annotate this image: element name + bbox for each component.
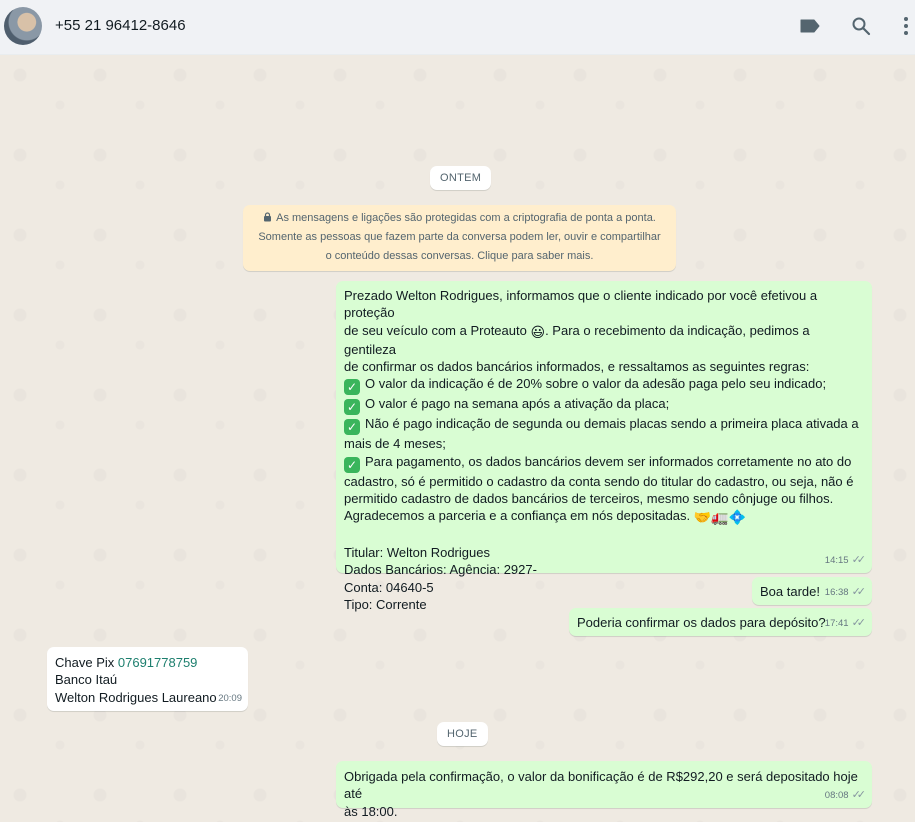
search-icon[interactable] xyxy=(849,14,873,38)
msg4-name: Welton Rodrigues Laureano xyxy=(55,689,217,705)
msg1-rule-1: O valor da indicação é de 20% sobre o va… xyxy=(365,376,827,392)
msg1-p1b: de seu veículo com a Proteauto xyxy=(344,322,527,338)
msg1-p1a: Prezado Welton Rodrigues, informamos que… xyxy=(344,288,818,321)
encryption-notice[interactable]: As mensagens e ligações são protegidas c… xyxy=(243,205,676,271)
diamond-emoji: 💠 xyxy=(728,509,747,526)
msg1-meta: 14:15 ✓✓ xyxy=(824,552,867,569)
date-chip-yesterday: ONTEM xyxy=(430,166,492,190)
msg4-bank: Banco Itaú xyxy=(55,672,118,688)
msg5-line-2: às 18:00. xyxy=(344,803,398,819)
double-check-icon: ✓✓ xyxy=(851,616,867,629)
double-check-icon: ✓✓ xyxy=(851,788,867,801)
tow-truck-emoji: 🚛 xyxy=(711,509,729,526)
msg2-meta: 16:38 ✓✓ xyxy=(824,584,867,601)
msg4-meta: 20:09 xyxy=(218,690,242,707)
check-mark-icon: ✓ xyxy=(344,379,360,396)
double-check-icon: ✓✓ xyxy=(851,553,867,566)
chat-header: +55 21 96412-8646 xyxy=(0,0,915,55)
kebab-menu-icon[interactable] xyxy=(894,14,915,38)
check-mark-icon: ✓ xyxy=(344,419,360,436)
message-outgoing-1[interactable]: Prezado Welton Rodrigues, informamos que… xyxy=(336,281,872,612)
msg4-pix-label: Chave Pix xyxy=(55,655,118,670)
msg3-text: Poderia confirmar os dados para depósito… xyxy=(577,615,826,630)
handshake-emoji: 🤝 xyxy=(693,509,712,526)
check-mark-icon: ✓ xyxy=(344,399,360,416)
pix-key-link[interactable]: 07691778759 xyxy=(118,655,198,670)
check-mark-icon: ✓ xyxy=(344,456,360,473)
label-icon[interactable] xyxy=(798,14,822,38)
msg1-thanks: Agradecemos a parceria e a confiança em … xyxy=(344,508,691,524)
date-chip-today: HOJE xyxy=(437,722,488,746)
msg1-bank: Dados Bancários: Agência: 2927- xyxy=(344,562,537,578)
grinning-face-emoji: 😃 xyxy=(530,323,546,340)
msg2-time: 16:38 xyxy=(824,586,849,598)
msg1-rule-4a: Para pagamento, os dados bancários devem… xyxy=(365,453,852,469)
encryption-line-1: As mensagens e ligações são protegidas c… xyxy=(276,212,656,224)
message-outgoing-3[interactable]: Poderia confirmar os dados para depósito… xyxy=(569,608,872,636)
message-outgoing-2[interactable]: Boa tarde! 16:38 ✓✓ xyxy=(752,577,872,605)
lock-icon xyxy=(264,212,272,222)
message-outgoing-4[interactable]: Obrigada pela confirmação, o valor da bo… xyxy=(336,761,872,819)
msg1-rule-3b: mais de 4 meses; xyxy=(344,436,446,452)
contact-avatar[interactable] xyxy=(4,7,42,45)
encryption-line-3: o conteúdo dessas conversas. Clique para… xyxy=(325,250,594,262)
msg2-text: Boa tarde! xyxy=(760,584,820,599)
msg3-meta: 17:41 ✓✓ xyxy=(824,615,867,632)
msg1-p1d: de confirmar os dados bancários informad… xyxy=(344,359,810,375)
msg1-time: 14:15 xyxy=(824,554,849,566)
msg1-holder: Titular: Welton Rodrigues xyxy=(344,544,490,560)
msg5-line-1: Obrigada pela confirmação, o valor da bo… xyxy=(344,769,858,802)
msg1-rule-4c: permitido cadastro de dados bancários de… xyxy=(344,491,834,507)
msg5-meta: 08:08 ✓✓ xyxy=(824,787,867,804)
msg1-rule-2: O valor é pago na semana após a ativação… xyxy=(365,396,670,412)
msg4-time: 20:09 xyxy=(218,692,242,704)
msg3-time: 17:41 xyxy=(824,617,849,629)
msg1-rule-4b: cadastro, só é permitido o cadastro da c… xyxy=(344,473,854,489)
msg5-time: 08:08 xyxy=(824,789,849,801)
double-check-icon: ✓✓ xyxy=(851,585,867,598)
contact-name[interactable]: +55 21 96412-8646 xyxy=(55,17,186,34)
msg1-rule-3a: Não é pago indicação de segunda ou demai… xyxy=(365,416,859,432)
message-incoming-1[interactable]: Chave Pix 07691778759 Banco Itaú Welton … xyxy=(47,647,248,711)
encryption-line-2: Somente as pessoas que fazem parte da co… xyxy=(258,231,661,243)
